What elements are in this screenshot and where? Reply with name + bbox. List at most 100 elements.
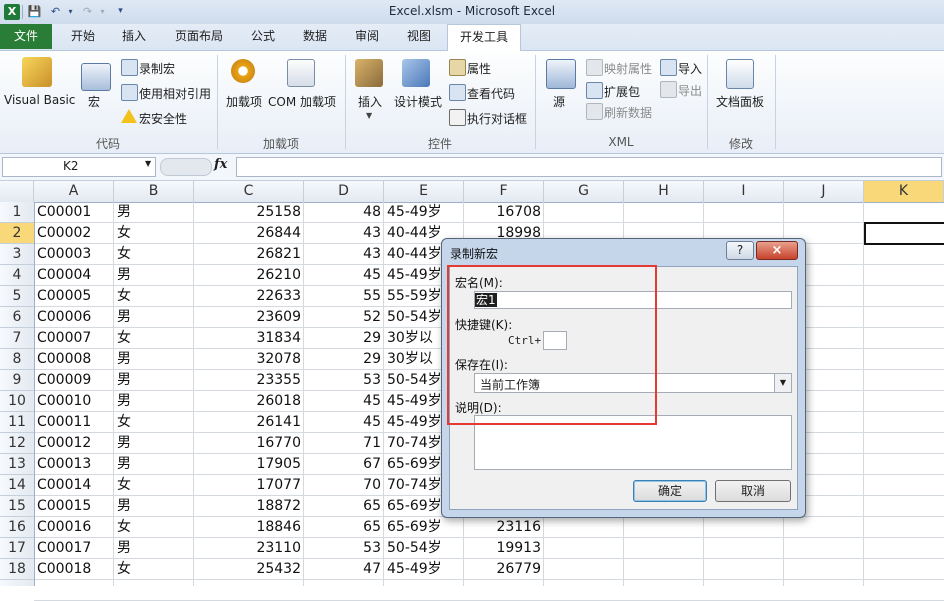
table-cell[interactable]: 26210 [194, 265, 304, 286]
table-cell[interactable]: 18846 [194, 517, 304, 538]
row-header[interactable]: 6 [0, 307, 34, 328]
ok-button[interactable]: 确定 [633, 480, 707, 502]
table-cell[interactable]: C00013 [34, 454, 114, 475]
table-cell[interactable]: 29 [304, 328, 384, 349]
table-cell[interactable]: C00015 [34, 496, 114, 517]
table-cell[interactable]: 男 [114, 433, 194, 454]
row-header[interactable]: 4 [0, 265, 34, 286]
table-cell[interactable]: 67 [304, 454, 384, 475]
table-cell[interactable]: C00010 [34, 391, 114, 412]
table-cell[interactable]: 45 [304, 412, 384, 433]
table-cell[interactable]: 23116 [464, 517, 544, 538]
table-cell[interactable]: 71 [304, 433, 384, 454]
table-cell[interactable]: 50-54岁 [384, 538, 464, 559]
row-header[interactable]: 2 [0, 223, 34, 244]
row-header[interactable]: 16 [0, 517, 34, 538]
table-cell[interactable]: 23609 [194, 307, 304, 328]
table-cell[interactable]: 26844 [194, 223, 304, 244]
row-header[interactable]: 5 [0, 286, 34, 307]
row-header[interactable]: 7 [0, 328, 34, 349]
table-cell[interactable]: 26018 [194, 391, 304, 412]
row-header[interactable]: 10 [0, 391, 34, 412]
table-cell[interactable]: 23110 [194, 538, 304, 559]
chevron-down-icon[interactable]: ▼ [774, 374, 791, 392]
table-cell[interactable]: 32078 [194, 349, 304, 370]
table-cell[interactable]: 43 [304, 244, 384, 265]
row-header[interactable]: 13 [0, 454, 34, 475]
table-cell[interactable]: C00003 [34, 244, 114, 265]
row-header[interactable]: 9 [0, 370, 34, 391]
table-cell[interactable]: C00012 [34, 433, 114, 454]
table-cell[interactable]: 男 [114, 349, 194, 370]
table-cell[interactable]: C00014 [34, 475, 114, 496]
table-cell[interactable]: 17077 [194, 475, 304, 496]
table-cell[interactable]: 男 [114, 307, 194, 328]
table-cell[interactable]: 男 [114, 370, 194, 391]
close-button[interactable]: × [756, 241, 798, 260]
table-cell[interactable]: 45-49岁 [384, 559, 464, 580]
table-cell[interactable]: 女 [114, 517, 194, 538]
table-cell[interactable]: C00005 [34, 286, 114, 307]
table-cell[interactable]: C00007 [34, 328, 114, 349]
table-cell[interactable]: 17905 [194, 454, 304, 475]
table-cell[interactable]: C00009 [34, 370, 114, 391]
help-button[interactable]: ? [726, 241, 754, 260]
table-cell[interactable]: C00017 [34, 538, 114, 559]
table-cell[interactable]: 男 [114, 265, 194, 286]
selected-cell-k2[interactable] [864, 222, 944, 245]
table-cell[interactable]: C00011 [34, 412, 114, 433]
table-cell[interactable]: 女 [114, 328, 194, 349]
row-header[interactable]: 17 [0, 538, 34, 559]
table-cell[interactable]: 52 [304, 307, 384, 328]
table-cell[interactable]: 45 [304, 265, 384, 286]
table-cell[interactable]: 16770 [194, 433, 304, 454]
table-cell[interactable]: 男 [114, 538, 194, 559]
table-cell[interactable]: 22633 [194, 286, 304, 307]
row-header[interactable]: 14 [0, 475, 34, 496]
table-cell[interactable]: 女 [114, 475, 194, 496]
table-cell[interactable]: 65 [304, 517, 384, 538]
table-cell[interactable]: C00002 [34, 223, 114, 244]
table-cell[interactable]: 55 [304, 286, 384, 307]
table-cell[interactable]: C00004 [34, 265, 114, 286]
table-cell[interactable]: 45-49岁 [384, 202, 464, 223]
table-cell[interactable]: 26141 [194, 412, 304, 433]
table-cell[interactable]: 47 [304, 559, 384, 580]
table-cell[interactable]: 65 [304, 496, 384, 517]
table-cell[interactable]: 23355 [194, 370, 304, 391]
table-cell[interactable]: 26821 [194, 244, 304, 265]
table-cell[interactable]: 29 [304, 349, 384, 370]
table-cell[interactable]: 男 [114, 496, 194, 517]
row-header[interactable]: 15 [0, 496, 34, 517]
cancel-button[interactable]: 取消 [715, 480, 791, 502]
table-cell[interactable]: 18872 [194, 496, 304, 517]
table-cell[interactable]: 65-69岁 [384, 517, 464, 538]
table-cell[interactable]: 男 [114, 202, 194, 223]
table-cell[interactable]: 女 [114, 244, 194, 265]
table-cell[interactable]: C00006 [34, 307, 114, 328]
table-cell[interactable]: 26779 [464, 559, 544, 580]
table-cell[interactable]: C00018 [34, 559, 114, 580]
table-cell[interactable]: C00001 [34, 202, 114, 223]
table-cell[interactable]: 43 [304, 223, 384, 244]
row-header[interactable]: 8 [0, 349, 34, 370]
table-cell[interactable]: C00016 [34, 517, 114, 538]
row-header[interactable]: 18 [0, 559, 34, 580]
table-cell[interactable]: 25158 [194, 202, 304, 223]
row-header[interactable]: 11 [0, 412, 34, 433]
table-cell[interactable]: 53 [304, 538, 384, 559]
row-header[interactable]: 1 [0, 202, 34, 223]
row-header[interactable]: 3 [0, 244, 34, 265]
table-cell[interactable]: 女 [114, 412, 194, 433]
table-cell[interactable]: 女 [114, 223, 194, 244]
table-cell[interactable]: 45 [304, 391, 384, 412]
table-cell[interactable]: 19913 [464, 538, 544, 559]
table-cell[interactable]: 女 [114, 559, 194, 580]
table-cell[interactable]: 男 [114, 454, 194, 475]
row-header[interactable]: 12 [0, 433, 34, 454]
table-cell[interactable]: 女 [114, 286, 194, 307]
table-cell[interactable]: 48 [304, 202, 384, 223]
table-cell[interactable]: 25432 [194, 559, 304, 580]
table-cell[interactable]: 53 [304, 370, 384, 391]
table-cell[interactable]: 16708 [464, 202, 544, 223]
